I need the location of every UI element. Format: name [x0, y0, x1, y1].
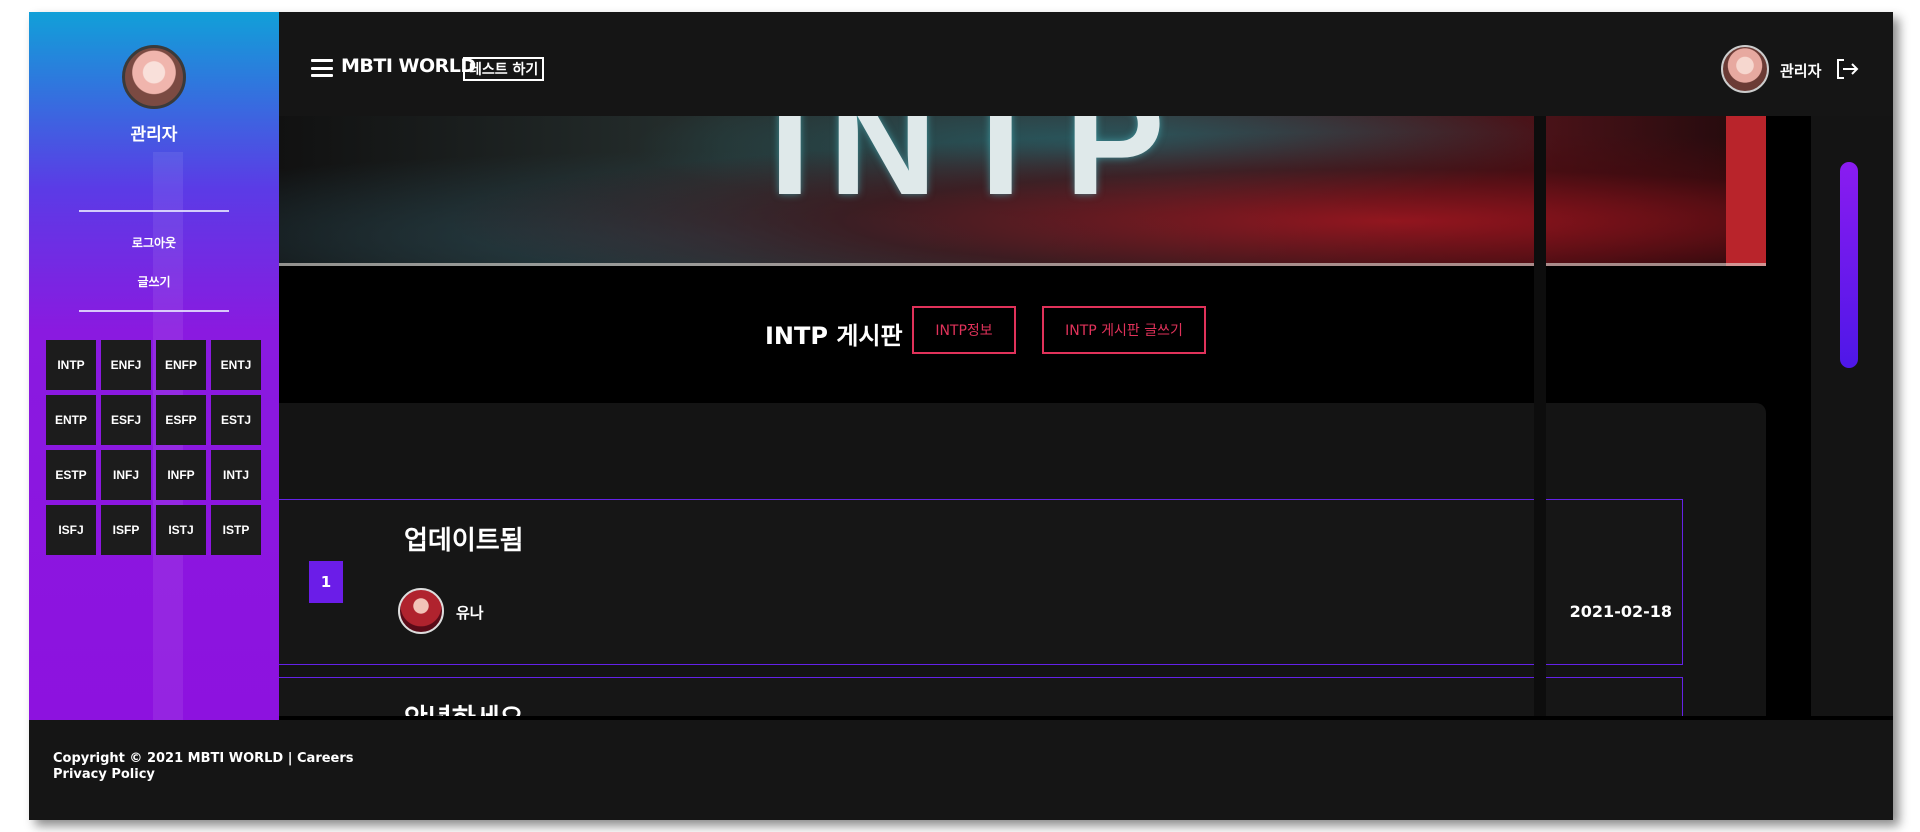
post-item[interactable]: 안녕하세요 — [279, 677, 1683, 716]
scrollbar-thumb[interactable] — [1840, 162, 1858, 368]
type-button-infp[interactable]: INFP — [156, 450, 206, 500]
brand-logo[interactable]: MBTI WORLD — [341, 55, 476, 77]
post-number-badge: 1 — [309, 561, 343, 603]
post-author: 유나 — [456, 604, 484, 622]
header-user-avatar[interactable] — [1721, 45, 1769, 93]
type-button-estj[interactable]: ESTJ — [211, 395, 261, 445]
footer: Copyright © 2021 MBTI WORLD | Careers Pr… — [29, 720, 1893, 820]
author-avatar — [398, 588, 444, 634]
type-button-istp[interactable]: ISTP — [211, 505, 261, 555]
type-button-entp[interactable]: ENTP — [46, 395, 96, 445]
take-test-button[interactable]: 테스트 하기 — [463, 57, 545, 81]
type-button-isfp[interactable]: ISFP — [101, 505, 151, 555]
content-border — [1534, 116, 1546, 716]
copyright-line[interactable]: Copyright © 2021 MBTI WORLD | Careers — [53, 751, 354, 767]
type-button-enfj[interactable]: ENFJ — [101, 340, 151, 390]
post-title[interactable]: 안녕하세요 — [404, 698, 524, 716]
type-button-esfp[interactable]: ESFP — [156, 395, 206, 445]
mbti-type-grid: INTP ENFJ ENFP ENTJ ENTP ESFJ ESFP ESTJ … — [46, 340, 262, 555]
top-header: MBTI WORLD 테스트 하기 관리자 — [29, 12, 1893, 116]
app-window: INTP INTP 게시판 INTP정보 INTP 게시판 글쓰기 업데이트됨 … — [29, 12, 1893, 820]
privacy-policy-link[interactable]: Privacy Policy — [53, 767, 354, 783]
type-info-button[interactable]: INTP정보 — [912, 306, 1016, 354]
sidebar-divider — [79, 310, 229, 312]
type-button-intp[interactable]: INTP — [46, 340, 96, 390]
board-header: INTP 게시판 INTP정보 INTP 게시판 글쓰기 — [279, 306, 1779, 356]
post-date: 2021-02-18 — [1569, 602, 1672, 621]
main-content: INTP INTP 게시판 INTP정보 INTP 게시판 글쓰기 업데이트됨 … — [279, 116, 1811, 716]
footer-text: Copyright © 2021 MBTI WORLD | Careers Pr… — [53, 751, 354, 783]
post-title[interactable]: 업데이트됨 — [404, 520, 524, 557]
header-user-name[interactable]: 관리자 — [1780, 60, 1821, 81]
type-button-infj[interactable]: INFJ — [101, 450, 151, 500]
type-button-entj[interactable]: ENTJ — [211, 340, 261, 390]
type-button-isfj[interactable]: ISFJ — [46, 505, 96, 555]
board-title: INTP 게시판 — [765, 322, 903, 350]
type-button-estp[interactable]: ESTP — [46, 450, 96, 500]
sidebar-user-name: 관리자 — [130, 125, 178, 145]
sidebar-divider — [79, 210, 229, 212]
post-item[interactable]: 업데이트됨 1 유나 2021-02-18 — [279, 499, 1683, 665]
board-write-button[interactable]: INTP 게시판 글쓰기 — [1042, 306, 1206, 354]
type-button-istj[interactable]: ISTJ — [156, 505, 206, 555]
sidebar: 관리자 로그아웃 글쓰기 INTP ENFJ ENFP ENTJ ENTP ES… — [29, 12, 279, 720]
type-button-enfp[interactable]: ENFP — [156, 340, 206, 390]
hero-red-strip — [1726, 116, 1766, 266]
sidebar-avatar — [122, 45, 186, 109]
hero-text: INTP — [769, 116, 1183, 226]
sidebar-write-link[interactable]: 글쓰기 — [29, 273, 279, 290]
type-button-esfj[interactable]: ESFJ — [101, 395, 151, 445]
logout-icon[interactable] — [1835, 58, 1859, 80]
type-button-intj[interactable]: INTJ — [211, 450, 261, 500]
hamburger-menu-icon[interactable] — [311, 59, 333, 77]
sidebar-logout-link[interactable]: 로그아웃 — [29, 234, 279, 251]
